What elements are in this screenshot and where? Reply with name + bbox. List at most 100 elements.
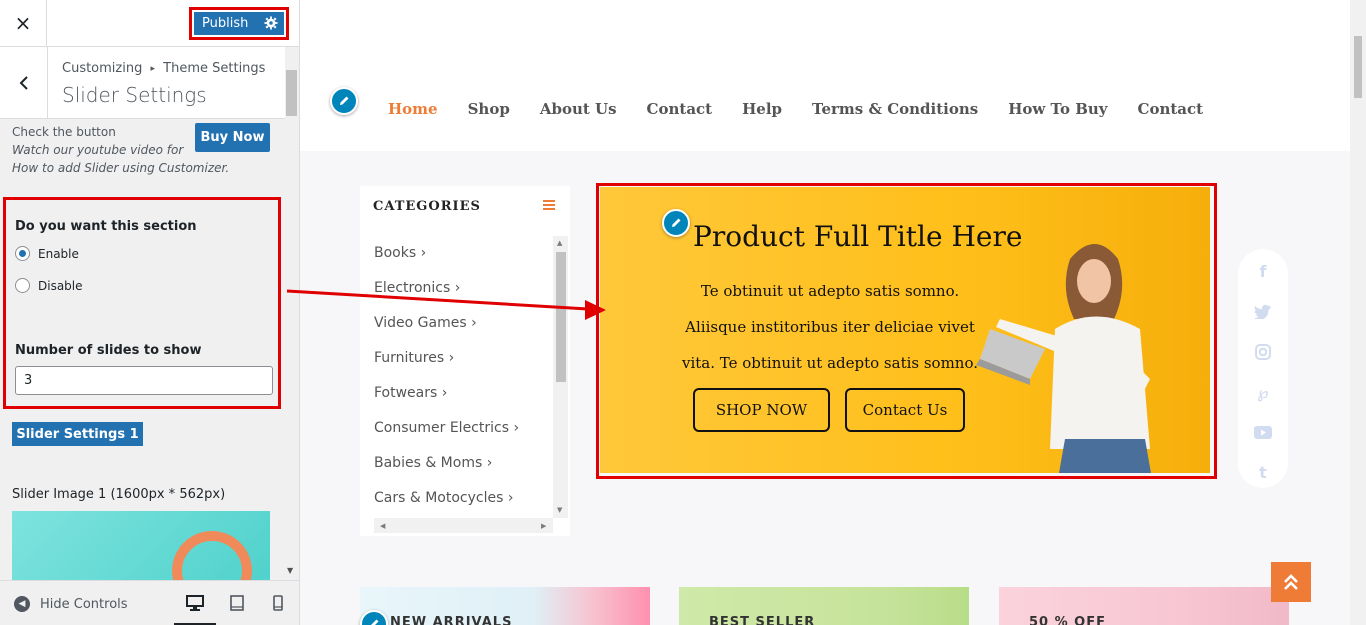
categories-title: CATEGORIES xyxy=(373,199,481,214)
nav-item-help[interactable]: Help xyxy=(742,100,782,118)
promo-tile-50-off[interactable]: 50 % OFF xyxy=(999,587,1289,625)
nav-item-how-to-buy[interactable]: How To Buy xyxy=(1008,100,1107,118)
preview-scrollbar[interactable] xyxy=(1350,0,1366,625)
back-to-top-button[interactable] xyxy=(1271,562,1311,602)
slider-image-preview[interactable] xyxy=(12,511,270,580)
slides-count-input[interactable] xyxy=(15,366,273,395)
chevron-right-icon: › xyxy=(486,455,493,471)
scroll-up-arrow-icon[interactable]: ▲ xyxy=(557,239,562,247)
sidebar-scrollbar[interactable] xyxy=(285,47,299,580)
publish-button[interactable]: Publish xyxy=(194,12,284,35)
breadcrumb-root: Customizing xyxy=(62,61,143,76)
nav-item-about-us[interactable]: About Us xyxy=(540,100,617,118)
customizer-header: × Publish xyxy=(0,0,299,47)
breadcrumb-separator: ▸ xyxy=(150,64,156,74)
desktop-icon xyxy=(186,595,204,611)
category-item[interactable]: Furnitures › xyxy=(374,350,454,366)
disable-radio[interactable] xyxy=(15,278,30,293)
slides-count-label: Number of slides to show xyxy=(15,343,202,358)
disable-radio-option[interactable]: Disable xyxy=(15,278,83,293)
tumblr-icon[interactable]: t xyxy=(1254,463,1272,482)
double-chevron-up-icon xyxy=(1284,574,1298,590)
promo-text: BEST SELLER xyxy=(709,615,816,625)
nav-item-home[interactable]: Home xyxy=(388,100,438,118)
promo-text: NEW ARRIVALS xyxy=(390,615,513,625)
woman-with-laptop-image xyxy=(976,244,1151,473)
categories-scrollbar-thumb[interactable] xyxy=(556,252,566,382)
screen: × Publish Customizing ▸ Theme Settings S… xyxy=(0,0,1366,625)
site-header: Home Shop About Us Contact Help Terms & … xyxy=(300,0,1350,151)
pencil-icon xyxy=(672,218,681,227)
preview-scrollbar-thumb[interactable] xyxy=(1354,36,1362,98)
collapse-icon: ◀ xyxy=(14,596,30,612)
facebook-icon[interactable]: f xyxy=(1254,262,1272,281)
category-item[interactable]: Babies & Moms › xyxy=(374,455,492,471)
twitter-icon[interactable] xyxy=(1254,302,1272,320)
slider-image-label: Slider Image 1 (1600px * 562px) xyxy=(12,487,226,502)
chevron-right-icon: › xyxy=(441,385,448,401)
tablet-preview-button[interactable] xyxy=(227,593,247,613)
categories-horizontal-scrollbar[interactable] xyxy=(374,518,553,533)
category-item[interactable]: Video Games › xyxy=(374,315,477,331)
desktop-preview-button[interactable] xyxy=(185,593,205,613)
hamburger-icon[interactable] xyxy=(543,199,555,211)
instagram-icon[interactable] xyxy=(1254,343,1272,361)
contact-us-button[interactable]: Contact Us xyxy=(845,388,965,432)
section-question-label: Do you want this section xyxy=(15,219,197,234)
sidebar-scrollbar-thumb[interactable] xyxy=(286,70,297,116)
scroll-left-arrow-icon[interactable]: ◀ xyxy=(380,522,385,530)
breadcrumb: Customizing ▸ Theme Settings xyxy=(62,61,265,76)
gear-icon[interactable] xyxy=(264,16,278,30)
breadcrumb-section: Theme Settings xyxy=(163,61,266,76)
enable-radio[interactable] xyxy=(15,246,30,261)
mobile-icon xyxy=(273,595,283,611)
category-item[interactable]: Books › xyxy=(374,245,426,261)
tablet-icon xyxy=(230,595,244,611)
scroll-down-arrow-icon[interactable]: ▼ xyxy=(557,506,562,514)
category-item[interactable]: Fotwears › xyxy=(374,385,447,401)
categories-panel: CATEGORIES Books › Electronics › Video G… xyxy=(360,186,570,536)
close-customizer-button[interactable]: × xyxy=(0,0,47,46)
youtube-icon[interactable] xyxy=(1254,423,1272,441)
enable-radio-option[interactable]: Enable xyxy=(15,246,79,261)
mobile-preview-button[interactable] xyxy=(268,593,288,613)
nav-item-shop[interactable]: Shop xyxy=(468,100,510,118)
nav-item-contact[interactable]: Contact xyxy=(647,100,713,118)
chevron-right-icon: › xyxy=(507,490,514,506)
slider-banner: Product Full Title Here Te obtinuit ut a… xyxy=(600,187,1210,473)
category-item[interactable]: Cars & Motocycles › xyxy=(374,490,513,506)
chevron-right-icon: › xyxy=(513,420,520,436)
pencil-icon xyxy=(340,96,349,105)
chevron-left-icon xyxy=(19,75,28,90)
pinterest-icon[interactable]: ℘ xyxy=(1254,383,1272,402)
scroll-down-arrow-icon[interactable]: ▼ xyxy=(287,566,293,575)
edit-slider-shortcut[interactable] xyxy=(662,209,690,237)
nav-item-contact-2[interactable]: Contact xyxy=(1138,100,1204,118)
shop-now-button[interactable]: SHOP NOW xyxy=(693,388,830,432)
customizer-footer: ◀ Hide Controls xyxy=(0,580,299,625)
banner-text-line: Aliisque institoribus iter deliciae vive… xyxy=(685,318,975,336)
banner-text-line: Te obtinuit ut adepto satis somno. xyxy=(700,282,960,300)
edit-menu-shortcut[interactable] xyxy=(330,87,358,115)
promo-tile-new-arrivals[interactable]: NEW ARRIVALS xyxy=(360,587,650,625)
category-item[interactable]: Consumer Electrics › xyxy=(374,420,519,436)
banner-text-line: vita. Te obtinuit ut adepto satis somno. xyxy=(681,354,979,372)
hide-controls-label: Hide Controls xyxy=(40,596,128,612)
customizer-sidebar: × Publish Customizing ▸ Theme Settings S… xyxy=(0,0,300,625)
section-toggle-highlight: Do you want this section Enable Disable … xyxy=(3,197,281,409)
main-nav: Home Shop About Us Contact Help Terms & … xyxy=(388,100,1233,118)
slider-settings-1-button[interactable]: Slider Settings 1 xyxy=(12,422,143,446)
disable-label: Disable xyxy=(38,278,83,293)
social-sidebar: f ℘ t xyxy=(1238,249,1288,488)
category-item[interactable]: Electronics › xyxy=(374,280,460,296)
close-icon: × xyxy=(14,11,32,35)
back-button[interactable] xyxy=(0,47,48,118)
chevron-right-icon: › xyxy=(420,245,427,261)
hide-controls-button[interactable]: ◀ Hide Controls xyxy=(14,596,128,612)
scroll-right-arrow-icon[interactable]: ▶ xyxy=(541,522,546,530)
enable-label: Enable xyxy=(38,246,79,261)
promo-tile-best-seller[interactable]: BEST SELLER xyxy=(679,587,969,625)
howto-text: How to add Slider using Customizer. xyxy=(12,161,230,175)
buy-now-button[interactable]: Buy Now xyxy=(195,123,270,152)
nav-item-terms[interactable]: Terms & Conditions xyxy=(812,100,978,118)
